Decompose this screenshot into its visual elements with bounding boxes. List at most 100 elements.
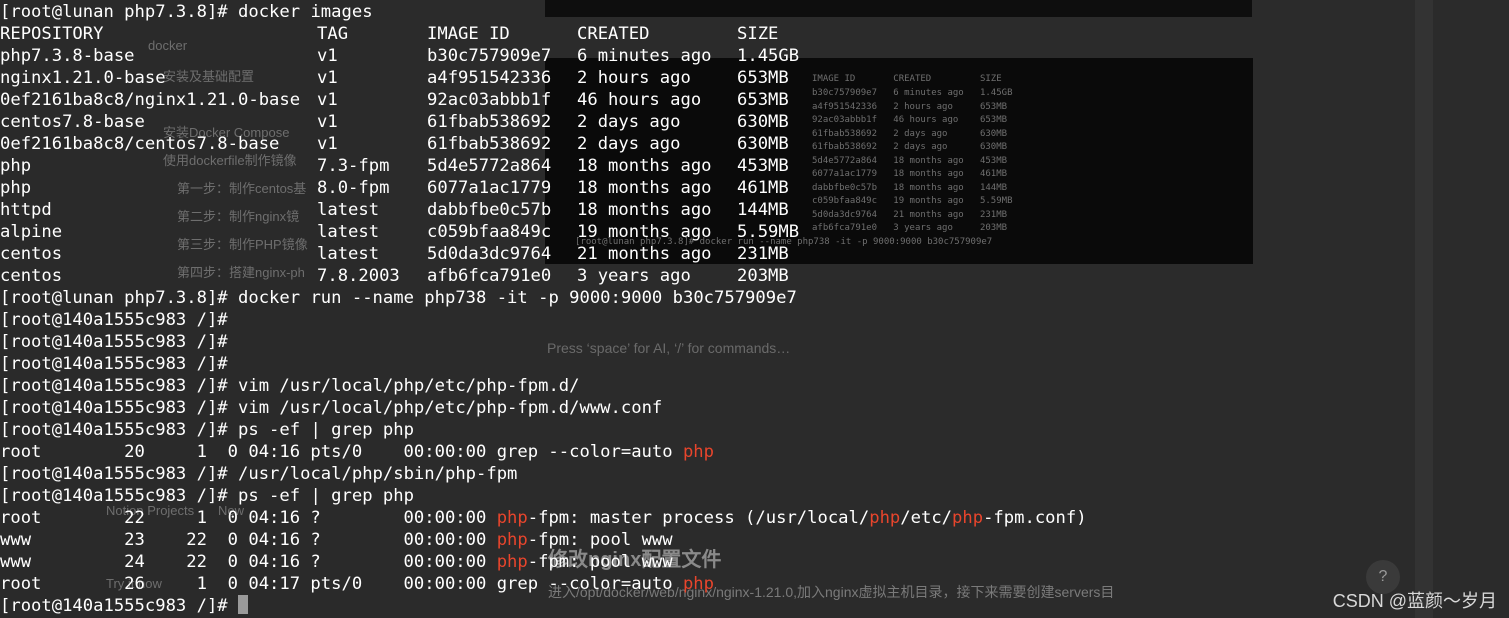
image-row: httpd latest dabbfbe0c57b 18 months ago 144M…	[0, 199, 900, 221]
process-row: www 24 22 0 04:16 ? 00:00:00 php-fpm: po…	[0, 552, 673, 572]
cell-size: 630MB	[737, 134, 789, 154]
command-line: [root@lunan php7.3.8]# docker images	[0, 1, 373, 23]
prompt: [root@lunan php7.3.8]#	[0, 288, 228, 308]
cell-tag: 8.0-fpm	[317, 178, 390, 198]
cell-repository: httpd	[0, 200, 52, 220]
cell-tag: latest	[317, 222, 380, 242]
command-line: [root@140a1555c983 /]# ps -ef | grep php	[0, 485, 414, 507]
cell-image-id: dabbfbe0c57b	[427, 200, 552, 220]
cell-created: 21 months ago	[577, 244, 712, 264]
cell-created: 18 months ago	[577, 156, 712, 176]
command-line[interactable]: [root@140a1555c983 /]#	[0, 595, 249, 617]
prompt: [root@140a1555c983 /]#	[0, 486, 228, 506]
image-row: centos 7.8.2003 afb6fca791e0 3 years ago 203…	[0, 265, 900, 287]
header-created: CREATED	[577, 24, 650, 44]
grep-match: php	[952, 508, 984, 528]
command-line: [root@lunan php7.3.8]# docker run --name…	[0, 287, 797, 309]
text-cursor	[238, 595, 249, 614]
process-row: root 22 1 0 04:16 ? 00:00:00 php-fpm: ma…	[0, 508, 1087, 528]
image-row: php 8.0-fpm 6077a1ac1779 18 months ago 461MB	[0, 177, 900, 199]
cell-created: 2 hours ago	[577, 68, 691, 88]
cell-image-id: 61fbab538692	[427, 112, 552, 132]
cell-repository: nginx1.21.0-base	[0, 68, 166, 88]
command: vim /usr/local/php/etc/php-fpm.d/	[238, 376, 580, 396]
cell-tag: 7.8.2003	[317, 266, 400, 286]
grep-match: php	[496, 508, 528, 528]
csdn-watermark: CSDN @蓝颜～岁月	[1332, 591, 1497, 611]
image-row: php7.3.8-base v1 b30c757909e7 6 minutes ago…	[0, 45, 900, 67]
cell-created: 6 minutes ago	[577, 46, 712, 66]
cell-image-id: c059bfaa849c	[427, 222, 552, 242]
image-row: nginx1.21.0-base v1 a4f951542336 2 hours ag…	[0, 67, 900, 89]
terminal[interactable]: [root@lunan php7.3.8]# docker images REP…	[0, 0, 1509, 618]
cell-repository: php	[0, 178, 32, 198]
cell-image-id: 5d0da3dc9764	[427, 244, 552, 264]
cell-image-id: 61fbab538692	[427, 134, 552, 154]
prompt: [root@140a1555c983 /]#	[0, 376, 228, 396]
command: /usr/local/php/sbin/php-fpm	[238, 464, 518, 484]
cell-tag: v1	[317, 112, 338, 132]
prompt: [root@140a1555c983 /]#	[0, 354, 228, 374]
cell-size: 5.59MB	[737, 222, 800, 242]
grep-match: php	[682, 574, 714, 594]
prompt: [root@140a1555c983 /]#	[0, 420, 228, 440]
cell-repository: 0ef2161ba8c8/nginx1.21.0-base	[0, 90, 301, 110]
cell-created: 46 hours ago	[577, 90, 702, 110]
command-line: [root@140a1555c983 /]# ps -ef | grep php	[0, 419, 414, 441]
cell-size: 231MB	[737, 244, 789, 264]
image-row: 0ef2161ba8c8/nginx1.21.0-base v1 92ac03abb…	[0, 89, 900, 111]
header-repository: REPOSITORY	[0, 24, 104, 44]
header-image-id: IMAGE ID	[427, 24, 510, 44]
cell-image-id: b30c757909e7	[427, 46, 552, 66]
cell-size: 630MB	[737, 112, 789, 132]
cell-image-id: a4f951542336	[427, 68, 552, 88]
command-line: [root@140a1555c983 /]# /usr/local/php/sb…	[0, 463, 517, 485]
header-tag: TAG	[317, 24, 349, 44]
image-row: 0ef2161ba8c8/centos7.8-base v1 61fbab53869…	[0, 133, 900, 155]
image-row: centos latest 5d0da3dc9764 21 months ago 231…	[0, 243, 900, 265]
cell-created: 18 months ago	[577, 200, 712, 220]
cell-size: 144MB	[737, 200, 789, 220]
cell-repository: centos	[0, 244, 63, 264]
cell-tag: v1	[317, 68, 338, 88]
command: docker images	[238, 2, 373, 22]
cell-tag: latest	[317, 244, 380, 264]
cell-created: 2 days ago	[577, 134, 681, 154]
image-row: php 7.3-fpm 5d4e5772a864 18 months ago 453MB	[0, 155, 900, 177]
command-line: [root@140a1555c983 /]# vim /usr/local/ph…	[0, 375, 580, 397]
cell-repository: centos	[0, 266, 63, 286]
prompt: [root@140a1555c983 /]#	[0, 596, 228, 616]
cell-size: 653MB	[737, 68, 789, 88]
prompt: [root@140a1555c983 /]#	[0, 398, 228, 418]
cell-created: 3 years ago	[577, 266, 691, 286]
cell-image-id: 6077a1ac1779	[427, 178, 552, 198]
command-line: [root@140a1555c983 /]# vim /usr/local/ph…	[0, 397, 662, 419]
prompt: [root@140a1555c983 /]#	[0, 310, 228, 330]
cell-tag: latest	[317, 200, 380, 220]
process-row: www 23 22 0 04:16 ? 00:00:00 php-fpm: po…	[0, 530, 673, 550]
cell-tag: v1	[317, 46, 338, 66]
command: vim /usr/local/php/etc/php-fpm.d/www.con…	[238, 398, 663, 418]
command: ps -ef | grep php	[238, 420, 414, 440]
process-row: root 20 1 0 04:16 pts/0 00:00:00 grep --…	[0, 442, 714, 462]
image-row: centos7.8-base v1 61fbab538692 2 days ago 63…	[0, 111, 900, 133]
cell-size: 461MB	[737, 178, 789, 198]
cell-repository: 0ef2161ba8c8/centos7.8-base	[0, 134, 280, 154]
cell-image-id: 5d4e5772a864	[427, 156, 552, 176]
grep-match: php	[496, 530, 528, 550]
cell-tag: v1	[317, 134, 338, 154]
cell-created: 2 days ago	[577, 112, 681, 132]
grep-match: php	[869, 508, 901, 528]
cell-repository: php7.3.8-base	[0, 46, 135, 66]
command: ps -ef | grep php	[238, 486, 414, 506]
cell-size: 653MB	[737, 90, 789, 110]
cell-created: 19 months ago	[577, 222, 712, 242]
images-header: REPOSITORY TAG IMAGE ID CREATED SIZE	[0, 23, 900, 45]
cell-created: 18 months ago	[577, 178, 712, 198]
prompt: [root@140a1555c983 /]#	[0, 464, 228, 484]
prompt: [root@lunan php7.3.8]#	[0, 2, 228, 22]
grep-match: php	[682, 442, 714, 462]
cell-tag: 7.3-fpm	[317, 156, 390, 176]
image-row: alpine latest c059bfaa849c 19 months ago 5.5…	[0, 221, 900, 243]
command: docker run --name php738 -it -p 9000:900…	[238, 288, 797, 308]
